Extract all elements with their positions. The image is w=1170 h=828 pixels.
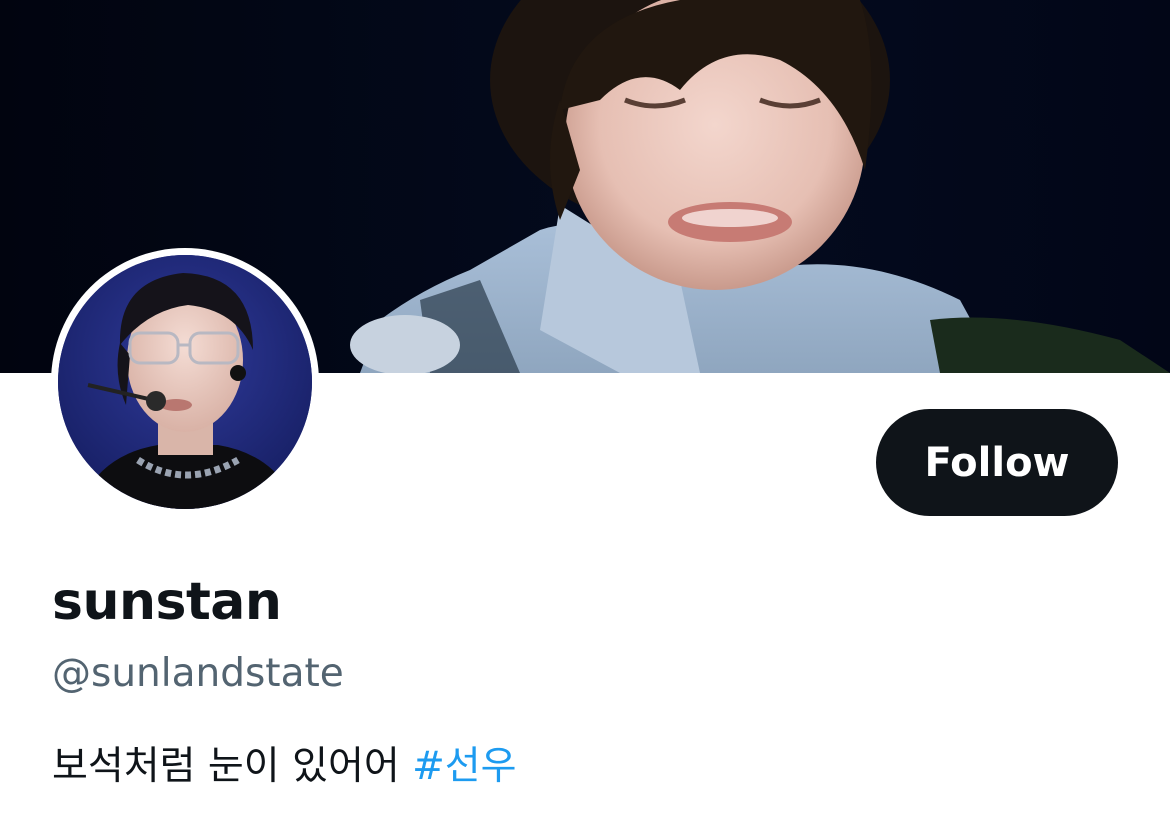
profile-page: Follow sunstan @sunlandstate 보석처럼 눈이 있어어… [0, 0, 1170, 828]
bio-hashtag-link[interactable]: #선우 [412, 744, 516, 789]
follow-button[interactable]: Follow [876, 409, 1118, 516]
avatar-photo [58, 255, 312, 509]
profile-handle: @sunlandstate [52, 651, 344, 696]
profile-avatar[interactable] [51, 248, 319, 516]
avatar-image [58, 255, 312, 509]
profile-display-name: sunstan [52, 572, 282, 632]
bio-text: 보석처럼 눈이 있어어 [52, 744, 413, 789]
profile-bio: 보석처럼 눈이 있어어 #선우 [52, 741, 517, 793]
